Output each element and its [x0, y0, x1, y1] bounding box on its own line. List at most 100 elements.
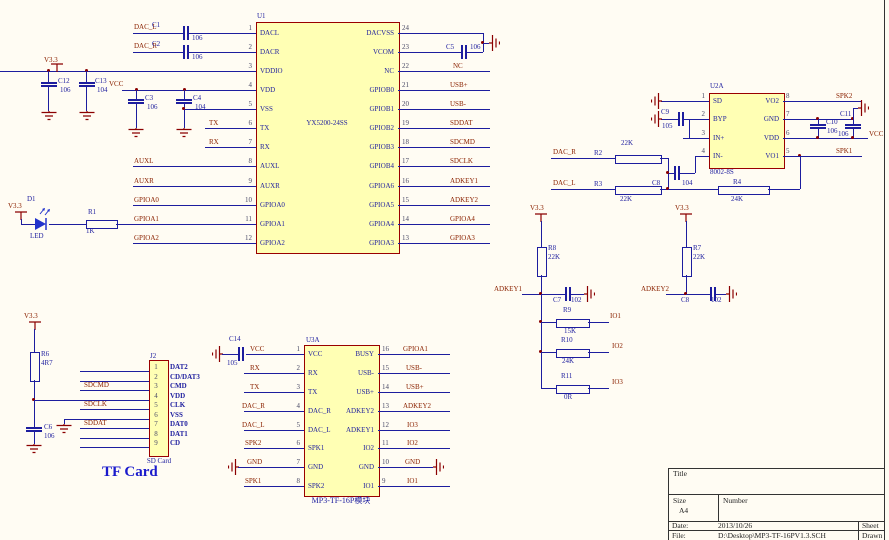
pin-name: IN- — [713, 152, 723, 160]
resistor-r8 — [537, 247, 547, 277]
pin-name: TX — [308, 388, 317, 396]
net-label: GPIOA0 — [134, 196, 159, 204]
capacitor-c3 — [128, 99, 144, 101]
wire — [398, 186, 490, 187]
ref-des: C7 — [553, 296, 561, 304]
ref-des: R9 — [563, 306, 571, 314]
net-label: TX — [250, 383, 259, 391]
pin-number: 5 — [238, 100, 252, 108]
wire — [398, 224, 490, 225]
pin-name: RX — [308, 369, 318, 377]
wire — [680, 173, 695, 174]
pin-number: 4 — [238, 81, 252, 89]
pin-name: NC — [330, 67, 394, 75]
pin-number: 15 — [402, 196, 409, 204]
pin-number: 7 — [149, 420, 163, 428]
capacitor-c14 — [238, 347, 240, 361]
ground-icon — [78, 111, 96, 122]
schematic-sheet: U1 YX5200-24SS 1 2 3 4 5 6 7 8 9 10 11 1… — [0, 0, 889, 540]
pin-name: BUSY — [326, 350, 374, 358]
wire — [133, 243, 256, 244]
pin-name: DAT0 — [170, 420, 188, 428]
capacitor-c10 — [810, 124, 826, 126]
part-value: 24K — [562, 357, 574, 365]
pin-number: 10 — [238, 196, 252, 204]
part-value: 22K — [621, 139, 633, 147]
wire — [136, 104, 137, 128]
net-label: SPK1 — [836, 147, 852, 155]
wire — [80, 409, 149, 410]
part-value: 105 — [662, 122, 673, 130]
pin-name: USB- — [326, 369, 374, 377]
wire — [49, 224, 86, 225]
wire — [588, 322, 609, 323]
wire — [783, 101, 862, 102]
pin-name: DACL — [260, 29, 279, 37]
sheet-label: Sheet — [862, 522, 879, 530]
part-u2a: 8002-8S — [710, 168, 734, 176]
part-value: 15K — [564, 327, 576, 335]
wire — [666, 294, 686, 295]
ref-des: R2 — [594, 149, 602, 157]
net-label: SPK2 — [245, 439, 261, 447]
resistor-r11 — [556, 385, 590, 394]
pin-number: 18 — [402, 138, 409, 146]
ground-icon — [584, 285, 595, 303]
capacitor-c8 — [674, 166, 676, 180]
chip-u3a — [304, 345, 380, 497]
pin-number: 1 — [284, 345, 300, 353]
net-label: SPK1 — [245, 477, 261, 485]
net-label: ADKEY2 — [403, 402, 431, 410]
pin-name: VCC — [308, 350, 322, 358]
net-label: IO1 — [407, 477, 418, 485]
pin-number: 2 — [238, 43, 252, 51]
wire — [661, 119, 678, 120]
ref-des: R10 — [561, 336, 573, 344]
wire — [398, 52, 461, 53]
pin-number: 7 — [786, 110, 790, 118]
pin-number: 7 — [238, 138, 252, 146]
ground-icon — [726, 285, 737, 303]
wire — [133, 33, 183, 34]
wire — [541, 294, 565, 295]
pin-name: IO2 — [326, 444, 374, 452]
pin-name: VO2 — [731, 97, 779, 105]
pin-name: GPIOA0 — [260, 201, 285, 209]
wire — [768, 189, 800, 190]
ref-des: C12 — [58, 77, 70, 85]
ref-des: R4 — [733, 178, 741, 186]
power-label: V3.3 — [24, 312, 38, 320]
wire — [184, 90, 185, 99]
pin-name: GPIOB1 — [330, 105, 394, 113]
wire — [668, 189, 718, 190]
power-label: V3.3 — [675, 204, 689, 212]
pin-name: GND — [326, 463, 374, 471]
pin-number: 5 — [149, 401, 163, 409]
net-label: GPIOA1 — [134, 215, 159, 223]
ref-des: C13 — [95, 77, 107, 85]
net-label: USB- — [406, 364, 422, 372]
wire — [80, 390, 149, 391]
wire — [80, 447, 149, 448]
wire — [541, 294, 542, 388]
part-u3a: MP3-TF-16P模块 — [296, 497, 386, 505]
capacitor-c2 — [183, 45, 185, 59]
net-label: GPIOA3 — [450, 234, 475, 242]
pin-name: GPIOB3 — [330, 143, 394, 151]
net-label: GPIOA4 — [450, 215, 475, 223]
pin-name: SPK1 — [308, 444, 324, 452]
wire — [683, 138, 709, 139]
net-label: DAC_R — [553, 148, 576, 156]
net-label: IO2 — [612, 342, 623, 350]
net-label: GND — [247, 458, 262, 466]
pin-name: VDD — [731, 134, 779, 142]
sheet-border — [884, 0, 885, 540]
wire — [398, 166, 490, 167]
wire — [378, 448, 450, 449]
wire — [244, 486, 304, 487]
pin-number: 9 — [382, 477, 386, 485]
wire — [205, 128, 256, 129]
wire — [541, 275, 542, 294]
ref-des: R3 — [594, 180, 602, 188]
capacitor-c1 — [183, 26, 185, 40]
